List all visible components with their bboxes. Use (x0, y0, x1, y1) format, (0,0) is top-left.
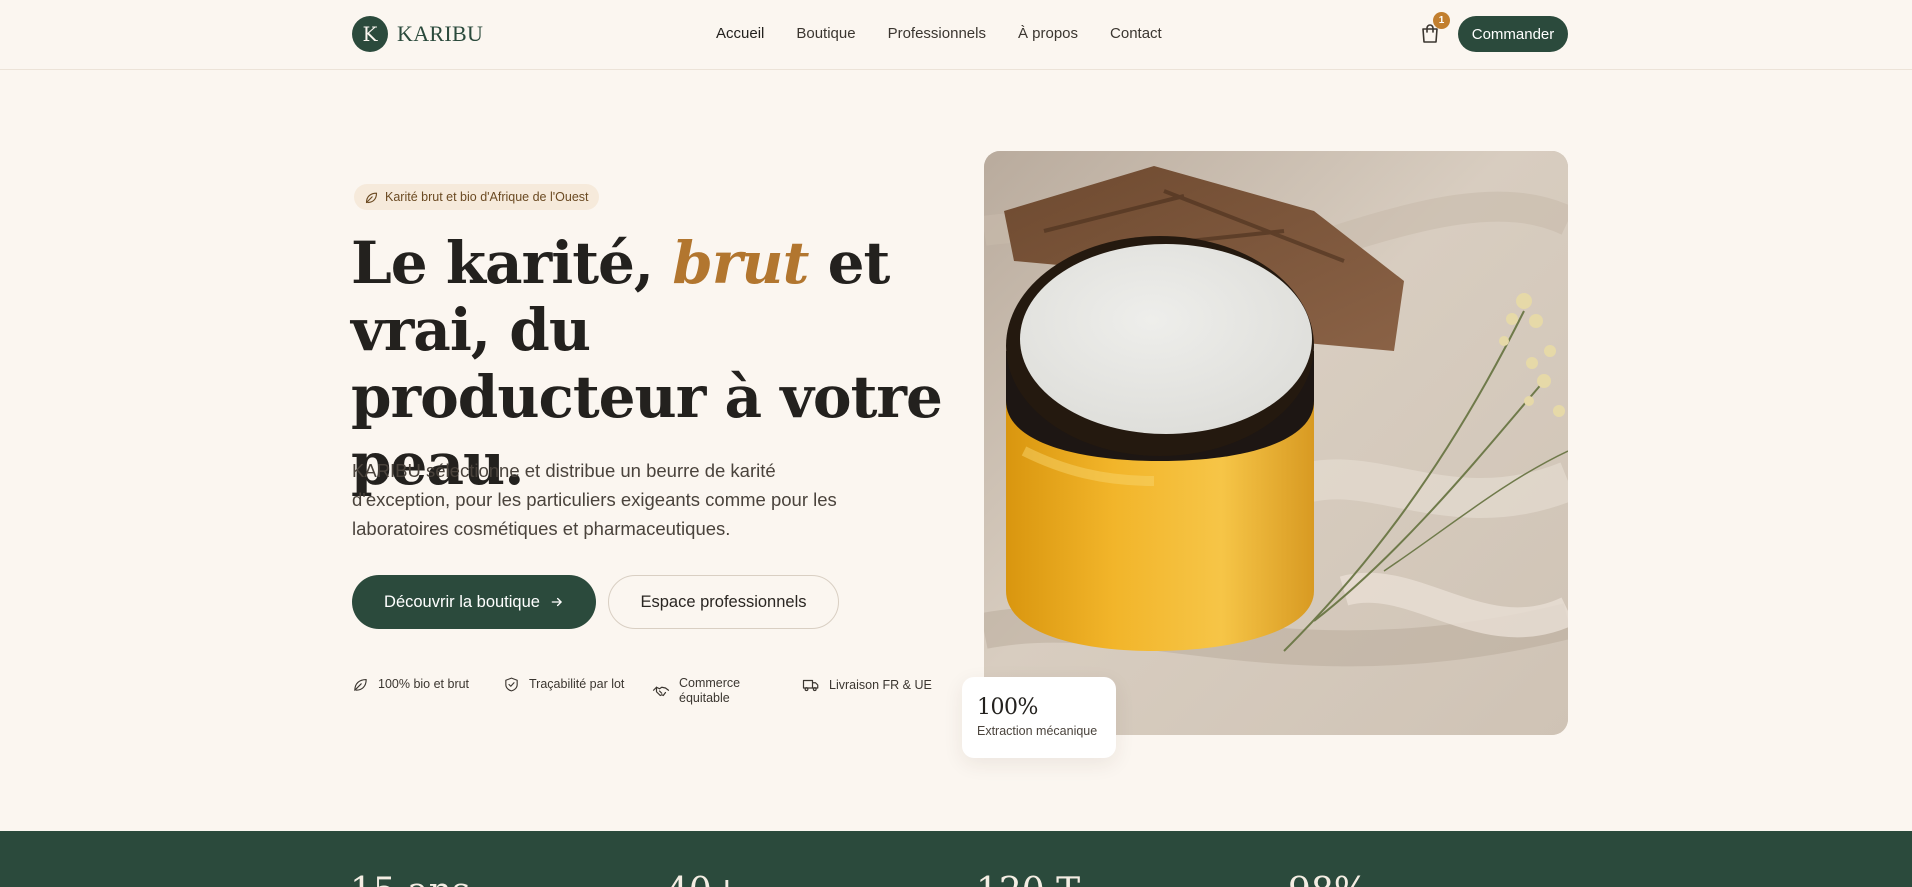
feature-label: Traçabilité par lot (529, 677, 625, 691)
band-stat: 98% (1288, 871, 1368, 887)
shield-check-icon (505, 677, 518, 692)
band-stat: 120 T (976, 871, 1080, 887)
site-header: K KARIBU Accueil Boutique Professionnels… (0, 0, 1912, 70)
hero-badge: Karité brut et bio d'Afrique de l'Ouest (354, 184, 599, 210)
feature-traceability: Traçabilité par lot (503, 676, 624, 693)
stats-band: 15 ans 40+ 120 T 98% (0, 831, 1912, 887)
feature-label: Commerce équitable (679, 676, 741, 705)
truck-icon (802, 679, 819, 692)
headline-part-1: Le karité, (351, 229, 673, 297)
nav-item-accueil[interactable]: Accueil (716, 25, 764, 42)
feature-label: 100% bio et brut (378, 677, 470, 691)
handshake-icon (652, 686, 670, 697)
band-stat: 15 ans (350, 871, 470, 887)
logo[interactable]: K KARIBU (352, 16, 483, 52)
hero-product-image (984, 151, 1568, 735)
extraction-stat-card: 100% Extraction mécanique (962, 677, 1116, 758)
nav-item-boutique[interactable]: Boutique (796, 25, 855, 42)
shea-butter-jar-illustration (984, 151, 1568, 735)
discover-shop-label: Découvrir la boutique (384, 592, 540, 611)
logo-mark: K (352, 16, 388, 52)
feature-delivery: Livraison FR & UE (802, 676, 932, 694)
band-stat: 40+ (666, 871, 742, 887)
nav-item-contact[interactable]: Contact (1110, 25, 1162, 42)
arrow-right-icon (551, 597, 562, 607)
pro-space-button[interactable]: Espace professionnels (608, 575, 839, 629)
logo-text: KARIBU (397, 21, 484, 46)
hero-lead: KARIBU sélectionne et distribue un beurr… (352, 460, 837, 539)
feature-bio: 100% bio et brut (352, 676, 469, 693)
main-nav: Accueil Boutique Professionnels À propos… (716, 25, 1162, 42)
order-button[interactable]: Commander (1458, 16, 1568, 52)
feature-label: Livraison FR & UE (829, 677, 932, 692)
stat-label: Extraction mécanique (977, 724, 1098, 738)
feature-fair-trade: Commerce équitable (652, 676, 762, 706)
hero-badge-label: Karité brut et bio d'Afrique de l'Ouest (385, 190, 589, 204)
discover-shop-button[interactable]: Découvrir la boutique (352, 575, 596, 629)
nav-item-professionnels[interactable]: Professionnels (888, 25, 986, 42)
stat-value: 100% (977, 695, 1038, 720)
cart-count-badge: 1 (1433, 12, 1450, 29)
headline-emphasis: brut (672, 229, 809, 297)
nav-item-a-propos[interactable]: À propos (1018, 25, 1078, 42)
leaf-icon (354, 678, 367, 691)
leaf-icon (365, 192, 378, 203)
